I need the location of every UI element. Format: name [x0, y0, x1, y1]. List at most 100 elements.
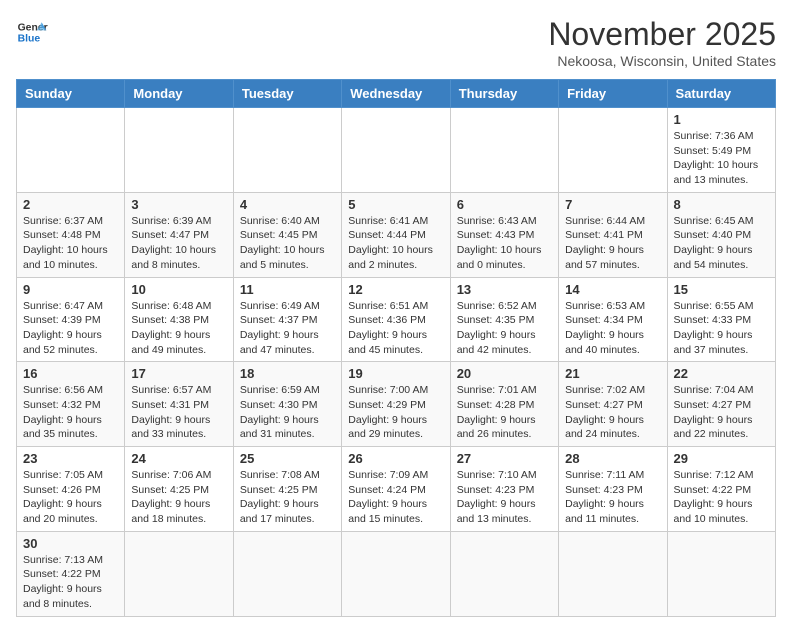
calendar-cell: 5 Sunrise: 6:41 AM Sunset: 4:44 PM Daylig… — [342, 192, 450, 277]
calendar-cell: 19Sunrise: 7:00 AM Sunset: 4:29 PM Dayli… — [342, 362, 450, 447]
weekday-header-friday: Friday — [559, 80, 667, 108]
day-number: 16 — [23, 366, 118, 381]
calendar-cell — [17, 108, 125, 193]
calendar-cell: 26Sunrise: 7:09 AM Sunset: 4:24 PM Dayli… — [342, 447, 450, 532]
day-number: 28 — [565, 451, 660, 466]
day-number: 20 — [457, 366, 552, 381]
day-number: 2 — [23, 197, 118, 212]
logo-icon: General Blue — [16, 16, 48, 48]
day-number: 13 — [457, 282, 552, 297]
day-info: Sunrise: 7:13 AM Sunset: 4:22 PM Dayligh… — [23, 553, 118, 612]
day-number: 15 — [674, 282, 769, 297]
day-info: Sunrise: 6:41 AM Sunset: 4:44 PM Dayligh… — [348, 214, 443, 273]
day-number: 24 — [131, 451, 226, 466]
title-area: November 2025 Nekoosa, Wisconsin, United… — [548, 16, 776, 69]
day-info: Sunrise: 6:37 AM Sunset: 4:48 PM Dayligh… — [23, 214, 118, 273]
weekday-header-monday: Monday — [125, 80, 233, 108]
day-number: 1 — [674, 112, 769, 127]
day-info: Sunrise: 7:36 AM Sunset: 5:49 PM Dayligh… — [674, 129, 769, 188]
day-number: 4 — [240, 197, 335, 212]
calendar-cell: 16 Sunrise: 6:56 AM Sunset: 4:32 PM Dayli… — [17, 362, 125, 447]
day-number: 6 — [457, 197, 552, 212]
calendar-cell: 8 Sunrise: 6:45 AM Sunset: 4:40 PM Daylig… — [667, 192, 775, 277]
day-info: Sunrise: 6:57 AM Sunset: 4:31 PM Dayligh… — [131, 383, 226, 442]
calendar-header: SundayMondayTuesdayWednesdayThursdayFrid… — [17, 80, 776, 108]
day-number: 19 — [348, 366, 443, 381]
calendar-cell: 1 Sunrise: 7:36 AM Sunset: 5:49 PM Daylig… — [667, 108, 775, 193]
calendar-cell: 25 Sunrise: 7:08 AM Sunset: 4:25 PM Dayli… — [233, 447, 341, 532]
day-number: 9 — [23, 282, 118, 297]
day-info: Sunrise: 6:48 AM Sunset: 4:38 PM Dayligh… — [131, 299, 226, 358]
calendar-cell: 29Sunrise: 7:12 AM Sunset: 4:22 PM Dayli… — [667, 447, 775, 532]
calendar-cell — [125, 108, 233, 193]
day-info: Sunrise: 6:55 AM Sunset: 4:33 PM Dayligh… — [674, 299, 769, 358]
day-info: Sunrise: 7:11 AM Sunset: 4:23 PM Dayligh… — [565, 468, 660, 527]
calendar-cell: 3 Sunrise: 6:39 AM Sunset: 4:47 PM Daylig… — [125, 192, 233, 277]
day-info: Sunrise: 6:39 AM Sunset: 4:47 PM Dayligh… — [131, 214, 226, 273]
day-number: 21 — [565, 366, 660, 381]
calendar-cell — [559, 108, 667, 193]
day-info: Sunrise: 7:08 AM Sunset: 4:25 PM Dayligh… — [240, 468, 335, 527]
day-info: Sunrise: 6:44 AM Sunset: 4:41 PM Dayligh… — [565, 214, 660, 273]
day-info: Sunrise: 7:01 AM Sunset: 4:28 PM Dayligh… — [457, 383, 552, 442]
calendar-cell — [667, 531, 775, 616]
day-info: Sunrise: 6:45 AM Sunset: 4:40 PM Dayligh… — [674, 214, 769, 273]
calendar-cell: 2 Sunrise: 6:37 AM Sunset: 4:48 PM Daylig… — [17, 192, 125, 277]
weekday-header-sunday: Sunday — [17, 80, 125, 108]
day-number: 18 — [240, 366, 335, 381]
day-info: Sunrise: 7:02 AM Sunset: 4:27 PM Dayligh… — [565, 383, 660, 442]
calendar: SundayMondayTuesdayWednesdayThursdayFrid… — [16, 79, 776, 617]
day-info: Sunrise: 6:51 AM Sunset: 4:36 PM Dayligh… — [348, 299, 443, 358]
calendar-cell — [450, 108, 558, 193]
week-row-1: 2 Sunrise: 6:37 AM Sunset: 4:48 PM Daylig… — [17, 192, 776, 277]
weekday-row: SundayMondayTuesdayWednesdayThursdayFrid… — [17, 80, 776, 108]
day-info: Sunrise: 6:59 AM Sunset: 4:30 PM Dayligh… — [240, 383, 335, 442]
day-number: 14 — [565, 282, 660, 297]
day-info: Sunrise: 6:56 AM Sunset: 4:32 PM Dayligh… — [23, 383, 118, 442]
calendar-cell — [342, 108, 450, 193]
calendar-cell: 4 Sunrise: 6:40 AM Sunset: 4:45 PM Daylig… — [233, 192, 341, 277]
calendar-body: 1 Sunrise: 7:36 AM Sunset: 5:49 PM Daylig… — [17, 108, 776, 617]
day-info: Sunrise: 7:06 AM Sunset: 4:25 PM Dayligh… — [131, 468, 226, 527]
calendar-cell — [233, 108, 341, 193]
day-info: Sunrise: 6:47 AM Sunset: 4:39 PM Dayligh… — [23, 299, 118, 358]
location: Nekoosa, Wisconsin, United States — [548, 53, 776, 69]
weekday-header-wednesday: Wednesday — [342, 80, 450, 108]
calendar-cell — [559, 531, 667, 616]
svg-text:Blue: Blue — [18, 34, 41, 45]
calendar-cell: 7Sunrise: 6:44 AM Sunset: 4:41 PM Daylig… — [559, 192, 667, 277]
calendar-cell: 27 Sunrise: 7:10 AM Sunset: 4:23 PM Dayli… — [450, 447, 558, 532]
logo: General Blue — [16, 16, 48, 48]
day-number: 3 — [131, 197, 226, 212]
day-info: Sunrise: 6:40 AM Sunset: 4:45 PM Dayligh… — [240, 214, 335, 273]
day-number: 12 — [348, 282, 443, 297]
calendar-cell: 30 Sunrise: 7:13 AM Sunset: 4:22 PM Dayli… — [17, 531, 125, 616]
day-number: 27 — [457, 451, 552, 466]
day-info: Sunrise: 6:49 AM Sunset: 4:37 PM Dayligh… — [240, 299, 335, 358]
weekday-header-saturday: Saturday — [667, 80, 775, 108]
day-number: 26 — [348, 451, 443, 466]
day-info: Sunrise: 7:05 AM Sunset: 4:26 PM Dayligh… — [23, 468, 118, 527]
day-number: 25 — [240, 451, 335, 466]
week-row-4: 23 Sunrise: 7:05 AM Sunset: 4:26 PM Dayli… — [17, 447, 776, 532]
day-number: 30 — [23, 536, 118, 551]
calendar-cell: 24 Sunrise: 7:06 AM Sunset: 4:25 PM Dayli… — [125, 447, 233, 532]
calendar-cell — [342, 531, 450, 616]
day-info: Sunrise: 7:10 AM Sunset: 4:23 PM Dayligh… — [457, 468, 552, 527]
day-number: 29 — [674, 451, 769, 466]
calendar-cell: 13Sunrise: 6:52 AM Sunset: 4:35 PM Dayli… — [450, 277, 558, 362]
calendar-cell: 28 Sunrise: 7:11 AM Sunset: 4:23 PM Dayli… — [559, 447, 667, 532]
calendar-cell: 6Sunrise: 6:43 AM Sunset: 4:43 PM Daylig… — [450, 192, 558, 277]
calendar-cell — [233, 531, 341, 616]
calendar-cell: 20 Sunrise: 7:01 AM Sunset: 4:28 PM Dayli… — [450, 362, 558, 447]
day-number: 11 — [240, 282, 335, 297]
day-number: 5 — [348, 197, 443, 212]
calendar-cell: 18 Sunrise: 6:59 AM Sunset: 4:30 PM Dayli… — [233, 362, 341, 447]
day-number: 8 — [674, 197, 769, 212]
calendar-cell: 9 Sunrise: 6:47 AM Sunset: 4:39 PM Daylig… — [17, 277, 125, 362]
calendar-cell: 22Sunrise: 7:04 AM Sunset: 4:27 PM Dayli… — [667, 362, 775, 447]
calendar-cell: 23 Sunrise: 7:05 AM Sunset: 4:26 PM Dayli… — [17, 447, 125, 532]
day-number: 23 — [23, 451, 118, 466]
calendar-cell: 17Sunrise: 6:57 AM Sunset: 4:31 PM Dayli… — [125, 362, 233, 447]
calendar-cell: 14Sunrise: 6:53 AM Sunset: 4:34 PM Dayli… — [559, 277, 667, 362]
